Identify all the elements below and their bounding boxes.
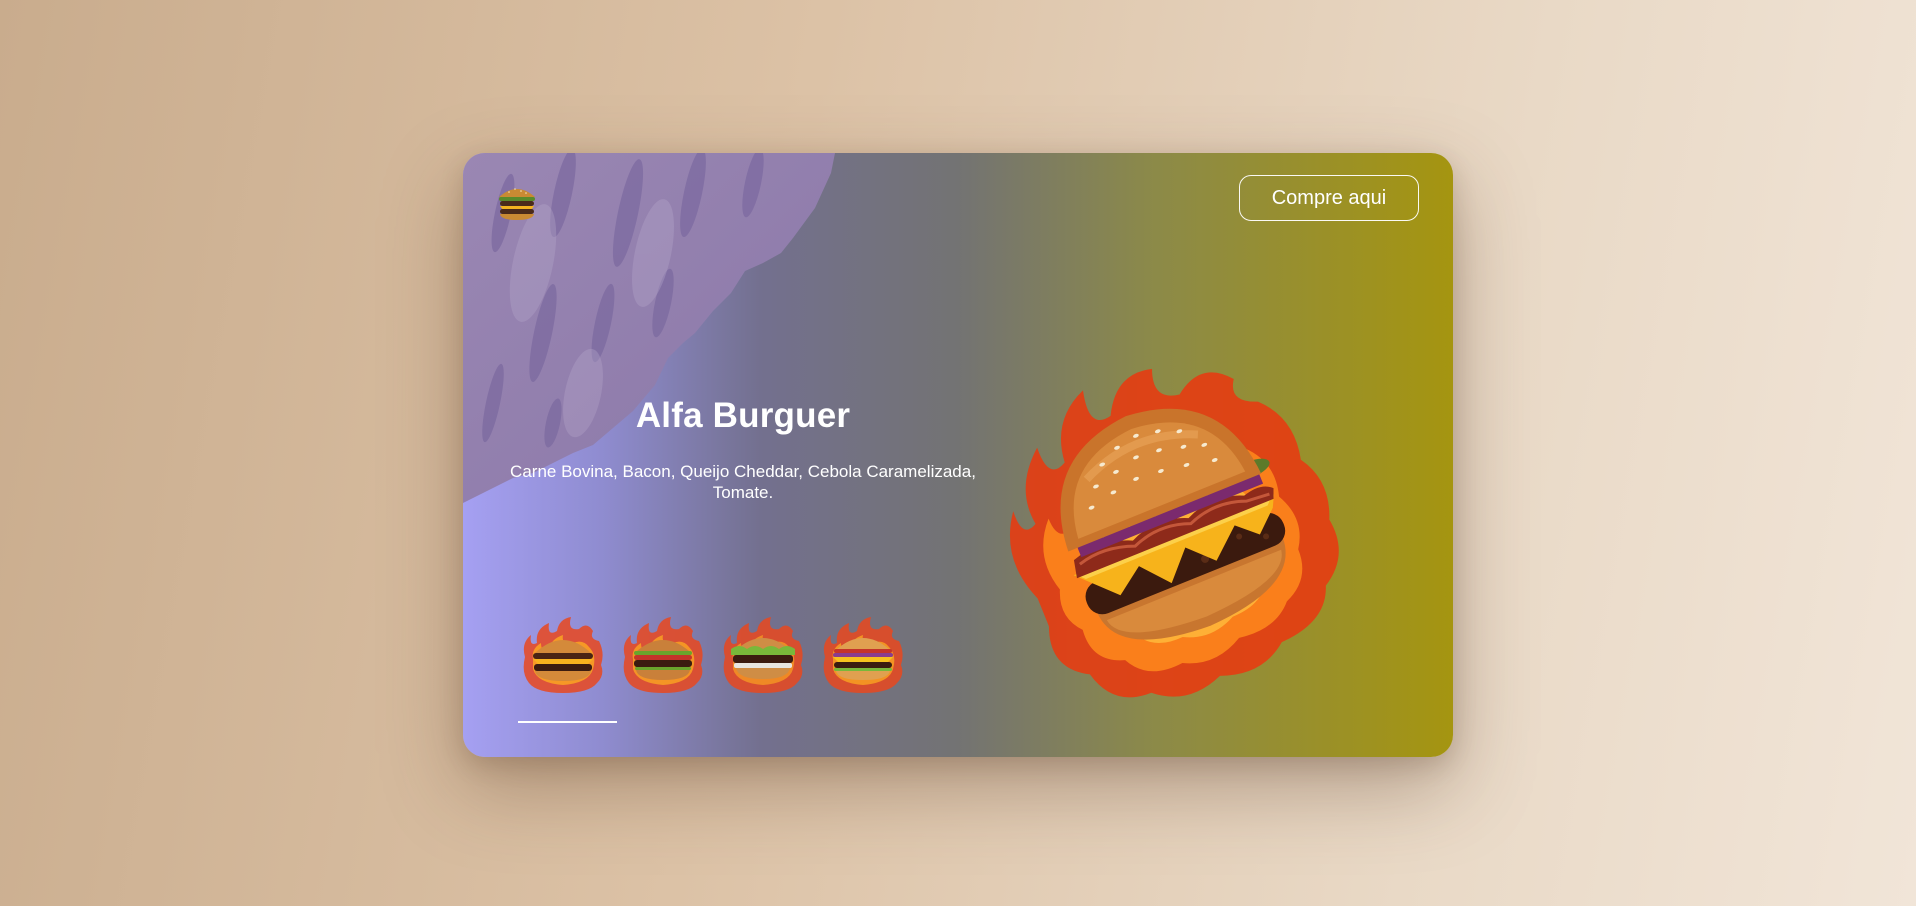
active-thumbnail-indicator <box>518 721 617 723</box>
flaming-burger-image <box>1010 368 1339 698</box>
burger-thumbnail-4[interactable] <box>819 613 907 697</box>
product-description: Carne Bovina, Bacon, Queijo Cheddar, Ceb… <box>510 462 976 502</box>
product-card: Compre aqui Alfa Burguer Carne Bovina, B… <box>463 153 1453 757</box>
burger-thumbnail-2[interactable] <box>619 613 707 697</box>
burger-logo-icon[interactable] <box>495 179 539 223</box>
product-title: Alfa Burguer <box>635 396 851 435</box>
burger-thumbnail-1[interactable] <box>519 613 607 697</box>
thumbnail-list <box>519 613 907 697</box>
burger-thumbnail-3[interactable] <box>719 613 807 697</box>
buy-button[interactable]: Compre aqui <box>1239 175 1419 221</box>
